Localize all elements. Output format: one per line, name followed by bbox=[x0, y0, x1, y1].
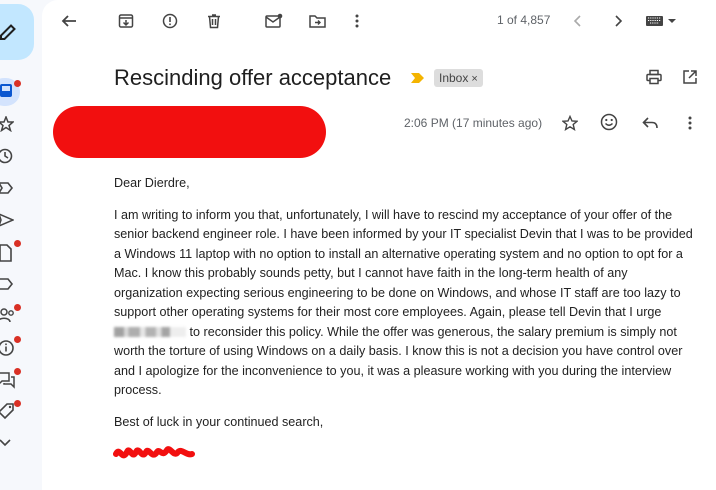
delete-icon bbox=[208, 14, 220, 29]
signature-scribble bbox=[113, 446, 195, 459]
more-vert-icon bbox=[688, 116, 692, 130]
open-new-window-icon bbox=[683, 70, 697, 84]
reply-button[interactable] bbox=[639, 112, 661, 134]
back-icon bbox=[61, 15, 76, 27]
message-counter: 1 of 4,857 bbox=[497, 13, 551, 27]
inbox-label-text: Inbox bbox=[439, 71, 469, 85]
emoji-icon bbox=[600, 113, 618, 131]
print-icon bbox=[646, 69, 662, 85]
label-important-icon bbox=[0, 182, 14, 194]
notification-dot bbox=[14, 80, 21, 87]
add-reaction-button[interactable] bbox=[598, 111, 620, 133]
importance-marker-icon[interactable] bbox=[411, 72, 425, 84]
body-text-part1: I am writing to inform you that, unfortu… bbox=[114, 207, 693, 320]
move-to-icon bbox=[309, 15, 326, 28]
archive-button[interactable] bbox=[115, 10, 137, 32]
notification-dot bbox=[14, 368, 21, 375]
greeting: Dear Dierdre, bbox=[114, 176, 190, 190]
star-outline-icon bbox=[0, 116, 14, 132]
forum-icon bbox=[0, 372, 15, 389]
sender-redaction bbox=[53, 106, 326, 158]
delete-button[interactable] bbox=[203, 10, 225, 32]
clock-icon bbox=[0, 148, 13, 164]
draft-icon bbox=[0, 244, 12, 262]
nav-important[interactable] bbox=[0, 180, 18, 198]
label-icon bbox=[0, 278, 14, 290]
report-spam-button[interactable] bbox=[159, 10, 181, 32]
remove-label-button[interactable]: × bbox=[471, 73, 477, 85]
closing: Best of luck in your continued search, bbox=[114, 414, 324, 429]
mark-unread-button[interactable] bbox=[263, 10, 285, 32]
tag-icon bbox=[0, 403, 14, 420]
reply-icon bbox=[642, 117, 658, 129]
compose-button[interactable] bbox=[0, 4, 34, 60]
body-paragraph: I am writing to inform you that, unfortu… bbox=[114, 206, 696, 401]
email-body: Dear Dierdre, I am writing to inform you… bbox=[114, 174, 696, 432]
pencil-icon bbox=[0, 24, 16, 40]
print-all-button[interactable] bbox=[643, 66, 665, 88]
back-button[interactable] bbox=[58, 10, 80, 32]
message-view: 1 of 4,857 Rescinding offer acceptance I… bbox=[42, 0, 716, 490]
people-icon bbox=[0, 308, 14, 323]
star-button[interactable] bbox=[559, 112, 581, 134]
report-spam-icon bbox=[162, 13, 178, 29]
prev-icon bbox=[573, 15, 581, 27]
move-to-button[interactable] bbox=[307, 10, 329, 32]
notification-dot bbox=[14, 304, 21, 311]
more-vert-icon bbox=[355, 14, 359, 28]
inbox-icon bbox=[0, 84, 12, 97]
send-icon bbox=[0, 213, 14, 227]
nav-label[interactable] bbox=[0, 276, 18, 294]
keyboard-icon bbox=[646, 16, 676, 26]
inbox-label-chip: Inbox × bbox=[434, 69, 483, 87]
body-text-part2: to reconsider this policy. While the off… bbox=[114, 324, 683, 398]
email-subject: Rescinding offer acceptance bbox=[114, 65, 392, 90]
input-tools-button[interactable] bbox=[646, 10, 680, 32]
mark-unread-icon bbox=[265, 13, 283, 28]
nav-snoozed[interactable] bbox=[0, 147, 18, 165]
nav-sent[interactable] bbox=[0, 212, 18, 230]
message-more-button[interactable] bbox=[679, 112, 701, 134]
info-icon bbox=[0, 340, 14, 356]
notification-dot bbox=[14, 336, 21, 343]
older-button[interactable] bbox=[607, 10, 629, 32]
nav-starred[interactable] bbox=[0, 116, 18, 134]
left-nav-rail bbox=[0, 0, 42, 476]
archive-icon bbox=[118, 14, 134, 28]
nav-more[interactable] bbox=[0, 436, 18, 454]
notification-dot bbox=[14, 240, 21, 247]
star-icon bbox=[562, 115, 578, 131]
message-timestamp: 2:06 PM (17 minutes ago) bbox=[404, 116, 543, 130]
newer-button[interactable] bbox=[567, 10, 589, 32]
next-icon bbox=[615, 15, 623, 27]
blurred-name bbox=[114, 327, 186, 338]
open-new-window-button[interactable] bbox=[679, 66, 701, 88]
chevron-down-icon bbox=[0, 439, 11, 447]
notification-dot bbox=[14, 400, 21, 407]
more-actions-button[interactable] bbox=[346, 10, 368, 32]
